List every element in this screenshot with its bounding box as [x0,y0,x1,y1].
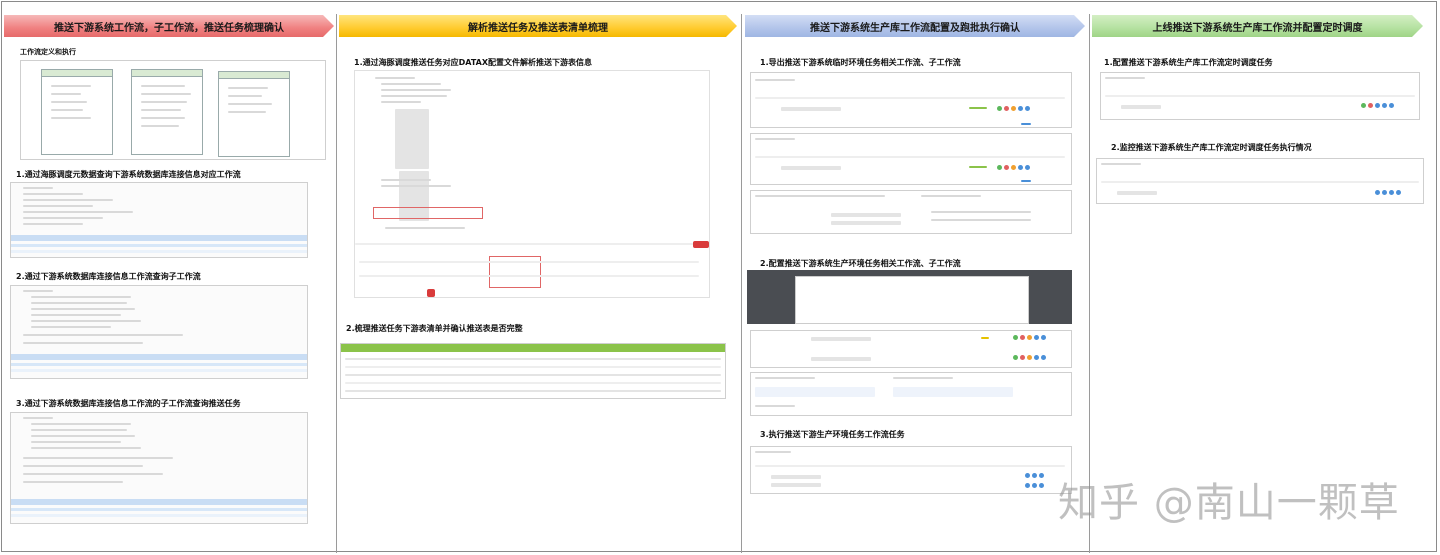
er-table [218,71,290,157]
er-table [41,69,113,155]
connection-config-screenshot [750,372,1072,416]
datax-config-screenshot [354,70,710,298]
banner-stage-1: 推送下游系统工作流，子工作流，推送任务梳理确认 [4,15,334,37]
banner-stage-4: 上线推送下游系统生产库工作流并配置定时调度 [1092,15,1423,37]
step-title: 1.通过海豚调度推送任务对应DATAX配置文件解析推送下游表信息 [354,58,593,67]
watermark: 知乎 @南山一颗草 [1058,480,1400,526]
import-dialog [795,276,1029,324]
er-diagram-screenshot [20,60,326,160]
step-title: 2.梳理推送任务下游表清单并确认推送表是否完整 [346,324,523,333]
column-divider [336,14,337,553]
column-divider [741,14,742,553]
banner-stage-3: 推送下游系统生产库工作流配置及跑批执行确认 [745,15,1085,37]
sql-query-screenshot [10,412,308,524]
workflow-export-screenshot [750,133,1072,185]
file-explorer-screenshot [750,190,1072,234]
step-title: 3.执行推送下游生产环境任务工作流任务 [760,430,905,439]
workflow-import-screenshot [747,270,1072,324]
step-title: 工作流定义和执行 [20,48,76,56]
workflow-export-screenshot [750,72,1072,128]
step-title: 2.通过下游系统数据库连接信息工作流查询子工作流 [16,272,201,281]
sql-query-screenshot [10,285,308,379]
step-title: 1.配置推送下游系统生产库工作流定时调度任务 [1104,58,1273,67]
schedule-config-screenshot [1100,72,1420,120]
step-title: 1.导出推送下游系统临时环境任务相关工作流、子工作流 [760,58,961,67]
step-title: 2.配置推送下游系统生产环境任务相关工作流、子工作流 [760,259,961,268]
banner-stage-2: 解析推送任务及推送表清单梳理 [339,15,737,37]
workflow-run-screenshot [750,446,1072,494]
sql-query-screenshot [10,182,308,258]
er-table [131,69,203,155]
step-title: 2.监控推送下游系统生产库工作流定时调度任务执行情况 [1111,143,1312,152]
workflow-list-screenshot [750,330,1072,368]
table-list-screenshot [340,343,726,399]
schedule-monitor-screenshot [1096,158,1424,204]
step-title: 3.通过下游系统数据库连接信息工作流的子工作流查询推送任务 [16,399,241,408]
step-title: 1.通过海豚调度元数据查询下游系统数据库连接信息对应工作流 [16,170,241,179]
